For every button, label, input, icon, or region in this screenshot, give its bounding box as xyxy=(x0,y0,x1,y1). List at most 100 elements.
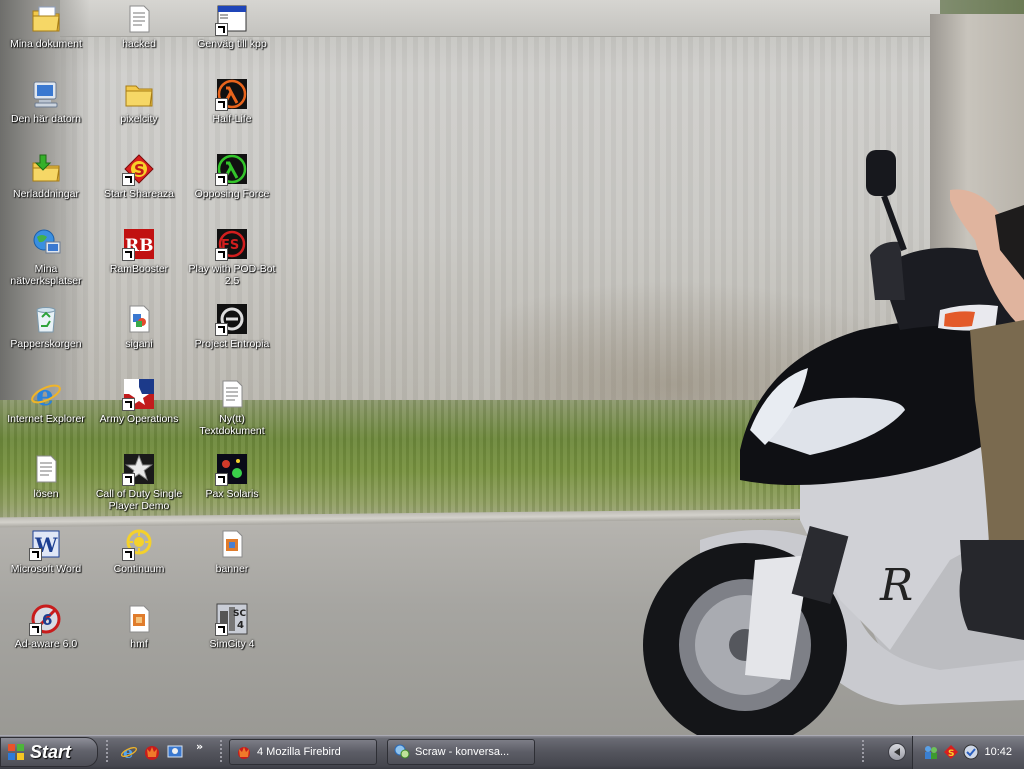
quick-launch-more-button[interactable]: » xyxy=(196,740,203,753)
icon-label: lösen xyxy=(33,488,59,500)
desktop-icon-pixelcity[interactable]: pixelcity xyxy=(93,78,185,125)
shortcut-arrow-icon xyxy=(215,248,228,261)
desktop-icon-rambooster[interactable]: RB RamBooster xyxy=(93,228,185,275)
firebird-icon xyxy=(236,744,252,760)
folder-icon xyxy=(123,78,155,110)
continuum-icon xyxy=(122,528,155,561)
desktop-icon-recycle-bin[interactable]: Papperskorgen xyxy=(0,303,92,350)
icon-label: Continuum xyxy=(113,563,165,575)
icon-label: Half-Life xyxy=(212,113,252,125)
icon-label: Mina dokument xyxy=(10,38,82,50)
shortcut-arrow-icon xyxy=(29,623,42,636)
shareaza-tray-icon[interactable]: S xyxy=(943,744,959,760)
svg-text:SC: SC xyxy=(233,609,246,619)
shortcut-arrow-icon xyxy=(215,323,228,336)
recycle-bin-icon xyxy=(30,303,62,335)
icon-label: sigani xyxy=(125,338,153,350)
start-label: Start xyxy=(30,741,72,762)
desktop-icon-half-life[interactable]: Half-Life xyxy=(186,78,278,125)
quick-launch-grip[interactable] xyxy=(106,740,108,764)
desktop-icon-my-computer[interactable]: Den här datorn xyxy=(0,78,92,125)
internet-explorer-icon: e xyxy=(30,378,62,410)
my-computer-icon xyxy=(30,78,62,110)
shortcut-arrow-icon xyxy=(122,473,135,486)
desktop-icon-project-entropia[interactable]: Project Entropia xyxy=(186,303,278,350)
desktop-icon-pod-bot[interactable]: FS Play with POD-Bot 2.5 xyxy=(186,228,278,287)
icon-label: Opposing Force xyxy=(194,188,270,200)
downloads-folder-icon xyxy=(30,153,62,185)
start-button[interactable]: Start xyxy=(0,737,98,767)
desktop-icon-hacked[interactable]: hacked xyxy=(93,3,185,50)
shortcut-arrow-icon xyxy=(215,473,228,486)
desktop-icon-my-documents[interactable]: Mina dokument xyxy=(0,3,92,50)
desktop-icon-call-of-duty[interactable]: Call of Duty Single Player Demo xyxy=(93,453,185,512)
desktop-icon-opposing-force[interactable]: Opposing Force xyxy=(186,153,278,200)
quick-launch-firebird[interactable] xyxy=(143,743,161,761)
shareaza-icon: S xyxy=(122,153,155,186)
clock[interactable]: 10:42 xyxy=(984,746,1012,758)
tray-grip xyxy=(862,740,864,764)
shortcut-arrow-icon xyxy=(122,173,135,186)
svg-text:e: e xyxy=(123,743,133,761)
windows-logo-icon xyxy=(7,743,25,761)
svg-text:e: e xyxy=(36,379,54,410)
desktop-icon-genvag-kpp[interactable]: Genväg till kpp xyxy=(186,3,278,50)
icon-label: Microsoft Word xyxy=(10,563,82,575)
quick-launch-desktop-settings[interactable] xyxy=(166,743,184,761)
chat-icon xyxy=(394,744,410,760)
desktop-icon-network-places[interactable]: Mina nätverksplatser xyxy=(0,228,92,287)
desktop-icon-ad-aware[interactable]: 6 Ad-aware 6.0 xyxy=(0,603,92,650)
svg-text:4: 4 xyxy=(237,620,244,631)
ad-aware-icon: 6 xyxy=(29,603,62,636)
task-button-label: 4 Mozilla Firebird xyxy=(257,746,341,758)
quick-launch-internet-explorer[interactable]: e xyxy=(120,743,138,761)
desktop-icon-continuum[interactable]: Continuum xyxy=(93,528,185,575)
desktop-icon-banner[interactable]: banner xyxy=(186,528,278,575)
desktop-icon-internet-explorer[interactable]: e Internet Explorer xyxy=(0,378,92,425)
icon-label: SimCity 4 xyxy=(209,638,255,650)
shortcut-arrow-icon xyxy=(122,548,135,561)
task-button-firebird[interactable]: 4 Mozilla Firebird xyxy=(229,739,377,765)
network-users-icon[interactable] xyxy=(923,744,939,760)
icon-label: Play with POD-Bot 2.5 xyxy=(188,263,276,287)
application-window-icon xyxy=(215,3,248,36)
half-life-lambda-icon xyxy=(215,78,248,111)
simcity-4-icon: SC 4 xyxy=(215,603,248,636)
desktop-icon-microsoft-word[interactable]: W Microsoft Word xyxy=(0,528,92,575)
show-hidden-icons-button[interactable] xyxy=(888,743,906,761)
desktop-icon-army-operations[interactable]: Army Operations xyxy=(93,378,185,425)
icon-label: Start Shareaza xyxy=(103,188,175,200)
desktop-icon-start-shareaza[interactable]: S Start Shareaza xyxy=(93,153,185,200)
task-button-scraw-conversation[interactable]: Scraw - konversa... xyxy=(387,739,535,765)
text-file-icon xyxy=(30,453,62,485)
svg-text:S: S xyxy=(948,749,954,759)
desktop-icon-hmf[interactable]: hmf xyxy=(93,603,185,650)
icon-label: Genväg till kpp xyxy=(197,38,267,50)
shortcut-arrow-icon xyxy=(29,548,42,561)
desktop-icon-new-text-document[interactable]: Ny(tt) Textdokument xyxy=(186,378,278,437)
desktop-icon-sigani[interactable]: sigani xyxy=(93,303,185,350)
desktop-icon-losen[interactable]: lösen xyxy=(0,453,92,500)
system-tray: S 10:42 xyxy=(912,736,1024,769)
project-entropia-icon xyxy=(215,303,248,336)
rambooster-icon: RB xyxy=(122,228,155,261)
call-of-duty-star-icon xyxy=(122,453,155,486)
icon-label: Ad-aware 6.0 xyxy=(14,638,78,650)
icon-label: Call of Duty Single Player Demo xyxy=(95,488,183,512)
task-button-label: Scraw - konversa... xyxy=(415,746,510,758)
pax-solaris-icon xyxy=(215,453,248,486)
desktop-icon-simcity-4[interactable]: SC 4 SimCity 4 xyxy=(186,603,278,650)
opposing-force-lambda-icon xyxy=(215,153,248,186)
desktop-icon-pax-solaris[interactable]: Pax Solaris xyxy=(186,453,278,500)
desktop-icon-downloads[interactable]: Nerladdningar xyxy=(0,153,92,200)
image-file-icon xyxy=(123,603,155,635)
messenger-tray-icon[interactable] xyxy=(963,744,979,760)
scooter-logo: R xyxy=(879,560,913,611)
icon-label: banner xyxy=(215,563,249,575)
svg-text:6: 6 xyxy=(42,611,52,629)
taskbar-grip[interactable] xyxy=(220,740,222,764)
network-places-icon xyxy=(30,228,62,260)
pod-bot-icon: FS xyxy=(215,228,248,261)
icon-label: hmf xyxy=(130,638,148,650)
icon-label: Ny(tt) Textdokument xyxy=(199,413,265,437)
